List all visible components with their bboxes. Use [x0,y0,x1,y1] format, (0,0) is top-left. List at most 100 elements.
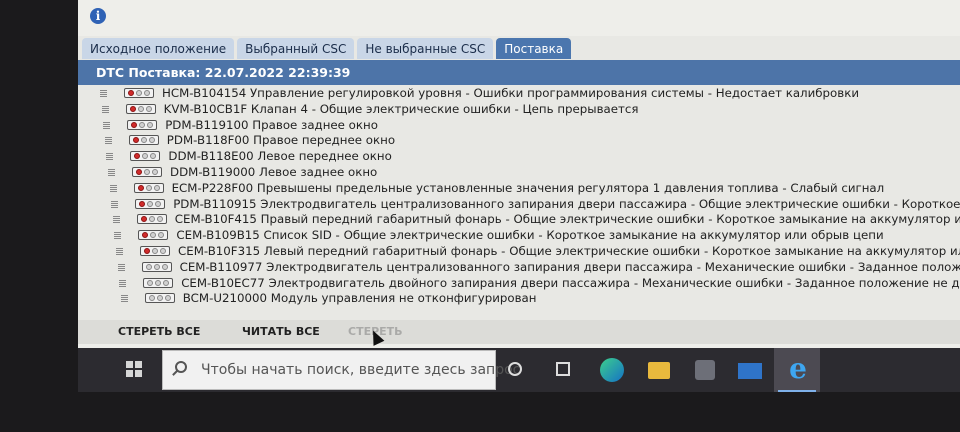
dtc-text: CEM-B10EC77 Электродвигатель двойного за… [181,275,960,290]
dtc-text: CEM-B10F415 Правый передний габаритный ф… [174,212,960,227]
dtc-row[interactable]: DDM-B118E00 Левое переднее окно [78,149,960,165]
status-light-icon [163,279,170,286]
tab-3[interactable]: Поставка [496,38,572,59]
read-all-button[interactable]: ЧИТАТЬ ВСЕ [242,325,320,338]
task-view-icon[interactable] [556,362,570,376]
edge-browser-icon[interactable] [600,358,624,382]
status-lights-icon [141,261,172,272]
dtc-text: DDM-B118E00 Левое переднее окно [168,149,392,164]
status-light-icon [150,153,157,160]
tab-1[interactable]: Выбранный CSC [237,38,355,59]
search-icon [175,361,187,373]
drag-handle-icon[interactable] [100,90,107,97]
status-light-icon [148,137,155,144]
status-light-icon [139,121,146,128]
drag-handle-icon[interactable] [112,216,120,224]
drag-handle-icon[interactable] [101,105,109,113]
dtc-text: CEM-B109B15 Список SID - Общие электриче… [176,228,884,243]
dtc-row[interactable]: ECM-P228F00 Превышены предельные установ… [78,181,960,197]
tab-0[interactable]: Исходное положение [82,38,235,59]
status-light-icon [142,232,149,239]
status-lights-icon [132,166,162,177]
dtc-row[interactable]: CEM-B10F415 Правый передний габаритный ф… [78,212,960,228]
status-light-icon [142,153,149,160]
info-icon[interactable]: i [90,8,106,24]
store-icon[interactable] [695,360,715,380]
dtc-text: DDM-B119000 Левое заднее окно [170,164,378,179]
drag-handle-icon[interactable] [104,137,112,145]
dtc-row[interactable]: PDM-B118F00 Правое переднее окно [78,133,960,149]
status-lights-icon [140,245,170,256]
status-light-icon [137,105,144,112]
status-light-icon [155,200,162,207]
status-light-icon [136,90,142,96]
dtc-row[interactable]: PDM-B110915 Электродвигатель централизов… [78,197,960,213]
status-light-icon [145,105,152,112]
dtc-row[interactable]: CEM-B10EC77 Электродвигатель двойного за… [78,276,960,292]
dtc-row[interactable]: BCM-U210000 Модуль управления не отконфи… [78,291,960,307]
search-placeholder: Чтобы начать поиск, введите здесь запрос [201,362,521,378]
status-light-icon [144,247,150,254]
dtc-row[interactable]: KVM-B10CB1F Клапан 4 - Общие электрическ… [78,102,960,118]
cortana-icon[interactable] [508,362,522,376]
clear-all-button[interactable]: СТЕРЕТЬ ВСЕ [118,325,200,338]
status-light-icon [147,121,154,128]
diagnostic-window: i Исходное положение Выбранный CSC Не выбр… [78,0,960,392]
dtc-text: KVM-B10CB1F Клапан 4 - Общие электрическ… [163,101,639,116]
taskbar-search-box[interactable]: Чтобы начать поиск, введите здесь запрос [162,350,520,390]
status-light-icon [139,200,146,207]
status-lights-icon [127,119,158,130]
dtc-text: HCM-B104154 Управление регулировкой уров… [162,86,859,100]
status-light-icon [132,137,139,144]
status-light-icon [148,295,155,302]
tab-2[interactable]: Не выбранные CSC [357,38,494,59]
drag-handle-icon[interactable] [120,295,128,303]
status-lights-icon [124,88,154,98]
top-toolbar: i [78,0,960,36]
status-light-icon [136,168,142,175]
status-light-icon [161,263,168,270]
file-explorer-icon[interactable] [648,362,670,379]
status-light-icon [145,263,152,270]
status-light-icon [152,168,158,175]
dtc-row[interactable]: HCM-B104154 Управление регулировкой уров… [78,86,960,102]
status-light-icon [147,200,154,207]
status-light-icon [140,137,147,144]
dtc-row[interactable]: CEM-B109B15 Список SID - Общие электриче… [78,228,960,244]
drag-handle-icon[interactable] [111,200,119,208]
drag-handle-icon[interactable] [119,279,127,287]
drag-handle-icon[interactable] [109,184,117,192]
drag-handle-icon[interactable] [103,121,111,129]
status-light-icon [158,232,165,239]
dtc-text: CEM-B110977 Электродвигатель централизов… [179,259,960,274]
status-light-icon [145,184,152,191]
drag-handle-icon[interactable] [117,263,125,271]
drag-handle-icon[interactable] [106,153,114,161]
active-app-indicator [778,390,816,392]
status-light-icon [152,247,158,254]
status-lights-icon [143,277,174,288]
drag-handle-icon[interactable] [114,232,122,240]
dtc-row[interactable]: PDM-B119100 Правое заднее окно [78,118,960,134]
status-light-icon [155,279,162,286]
internet-explorer-icon: e [789,352,807,385]
status-lights-icon [135,198,166,209]
dtc-row[interactable]: DDM-B119000 Левое заднее окно [78,165,960,181]
drag-handle-icon[interactable] [108,168,115,176]
status-light-icon [156,295,163,302]
status-light-icon [128,90,134,96]
status-light-icon [150,232,157,239]
dtc-text: PDM-B119100 Правое заднее окно [165,117,378,132]
dtc-header: DTC Поставка: 22.07.2022 22:39:39 [78,60,960,85]
status-light-icon [137,184,144,191]
drag-handle-icon[interactable] [116,247,123,255]
status-light-icon [129,105,136,112]
internet-explorer-taskbar-item[interactable]: e [774,348,820,392]
windows-start-icon[interactable] [126,361,142,377]
mail-icon[interactable] [738,363,762,379]
dtc-row[interactable]: CEM-B10F315 Левый передний габаритный фо… [78,244,960,260]
status-light-icon [147,279,154,286]
status-light-icon [134,153,141,160]
dtc-row[interactable]: CEM-B110977 Электродвигатель централизов… [78,260,960,276]
dtc-text: PDM-B110915 Электродвигатель централизов… [173,196,960,211]
